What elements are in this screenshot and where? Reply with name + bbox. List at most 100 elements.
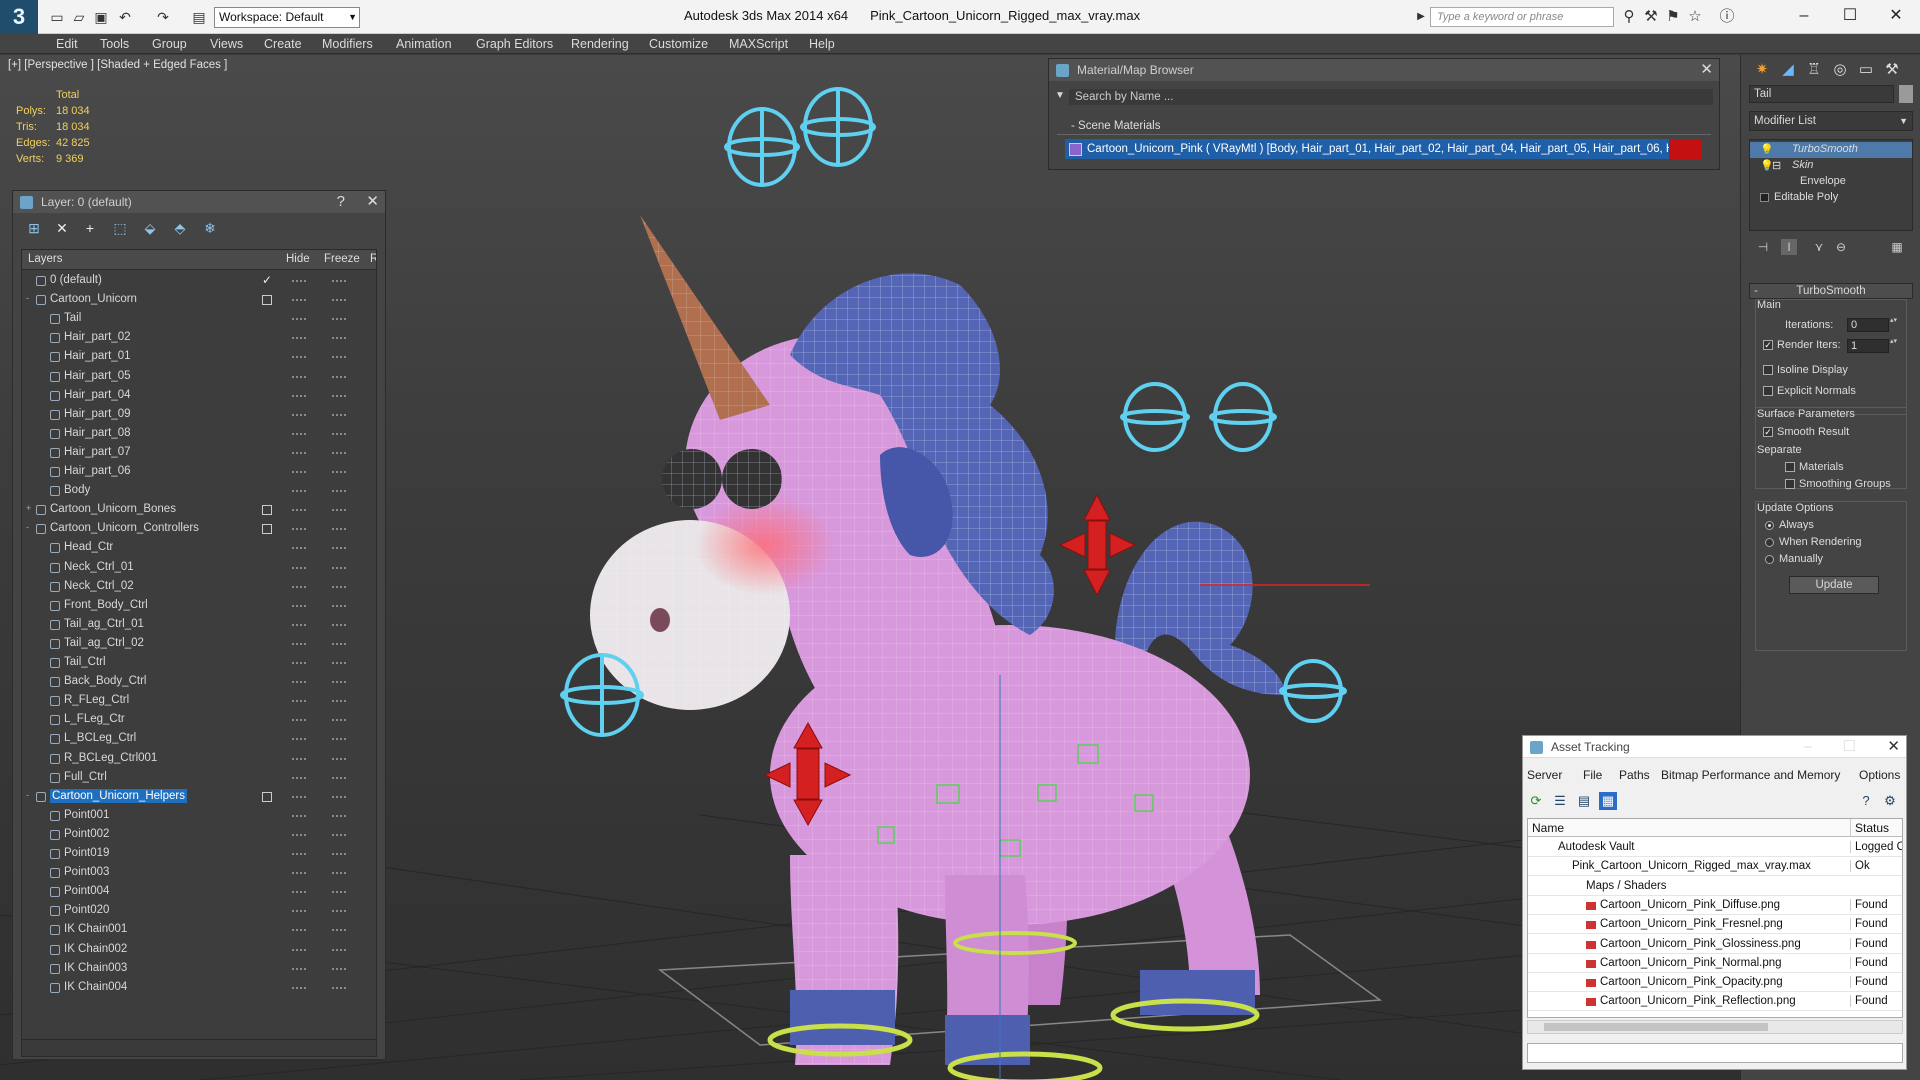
layer-row[interactable]: Hair_part_08 [22, 425, 376, 444]
layer-row[interactable]: + Cartoon_Unicorn_Bones [22, 501, 376, 520]
project-folder-icon[interactable]: ▤ [190, 8, 208, 26]
undo-icon[interactable]: ↶ [116, 8, 134, 26]
list-view-icon[interactable]: ☰ [1551, 792, 1569, 810]
freeze-toggle[interactable] [332, 413, 346, 416]
subscription-icon[interactable]: ⚒ [1642, 8, 1660, 26]
select-objects-icon[interactable]: ⬚ [111, 219, 129, 237]
asset-row[interactable]: Autodesk Vault Logged Ou [1528, 838, 1902, 857]
freeze-toggle[interactable] [332, 280, 346, 282]
freeze-toggle[interactable] [332, 681, 346, 684]
layer-row[interactable]: IK Chain004 [22, 979, 376, 998]
menu-group[interactable]: Group [152, 37, 187, 51]
layer-row[interactable]: Head_Ctr [22, 539, 376, 558]
object-name-field[interactable]: Tail [1749, 85, 1894, 103]
hide-toggle[interactable] [292, 948, 306, 951]
when-rendering-radio[interactable] [1765, 538, 1774, 547]
layer-row[interactable]: Hair_part_05 [22, 368, 376, 387]
freeze-toggle[interactable] [332, 986, 346, 989]
asset-menu-server[interactable]: Server [1527, 768, 1562, 782]
layer-row[interactable]: Neck_Ctrl_02 [22, 578, 376, 597]
menu-animation[interactable]: Animation [396, 37, 452, 51]
update-button[interactable]: Update [1789, 576, 1879, 594]
menu-tools[interactable]: Tools [100, 37, 129, 51]
menu-graph-editors[interactable]: Graph Editors [476, 37, 553, 51]
layer-row[interactable]: Hair_part_09 [22, 406, 376, 425]
modifier-list-dropdown[interactable]: Modifier List ▼ [1749, 111, 1913, 131]
expand-toggle-icon[interactable]: - [26, 790, 35, 800]
hide-toggle[interactable] [292, 318, 306, 321]
hide-toggle[interactable] [292, 910, 306, 913]
help-icon[interactable]: ? [337, 191, 345, 213]
layer-row[interactable]: L_BCLeg_Ctrl [22, 730, 376, 749]
hide-toggle[interactable] [292, 471, 306, 473]
asset-horizontal-scrollbar[interactable] [1527, 1020, 1903, 1034]
col-hide[interactable]: Hide [286, 253, 310, 265]
menu-maxscript[interactable]: MAXScript [729, 37, 788, 51]
layer-row[interactable]: Back_Body_Ctrl [22, 673, 376, 692]
freeze-toggle[interactable] [332, 356, 346, 359]
freeze-toggle[interactable] [332, 719, 346, 722]
asset-menu-file[interactable]: File [1583, 768, 1602, 782]
layer-row[interactable]: IK Chain003 [22, 960, 376, 979]
table-view-icon[interactable]: ▦ [1599, 792, 1617, 810]
hide-toggle[interactable] [292, 662, 306, 664]
freeze-toggle[interactable] [332, 776, 346, 779]
freeze-toggle[interactable] [332, 910, 346, 913]
layer-row[interactable]: Hair_part_07 [22, 444, 376, 463]
freeze-toggle[interactable] [332, 872, 346, 875]
manually-radio[interactable] [1765, 555, 1774, 564]
layer-row[interactable]: Point003 [22, 864, 376, 883]
expand-search-icon[interactable]: ▶ [1412, 8, 1430, 26]
freeze-toggle[interactable] [332, 948, 346, 951]
always-radio[interactable] [1765, 521, 1774, 530]
freeze-toggle[interactable] [332, 490, 346, 493]
expand-toggle-icon[interactable]: - [26, 293, 35, 303]
lightbulb-icon[interactable]: 💡 [1760, 143, 1774, 156]
layer-row[interactable]: R_BCLeg_Ctrl001 [22, 750, 376, 769]
freeze-toggle[interactable] [332, 833, 346, 836]
col-layers[interactable]: Layers [28, 253, 63, 265]
workspace-dropdown[interactable]: Workspace: Default ▼ [214, 7, 360, 28]
modify-tab-icon[interactable]: ◢ [1777, 59, 1799, 81]
layer-row[interactable]: Full_Ctrl [22, 769, 376, 788]
menu-modifiers[interactable]: Modifiers [322, 37, 373, 51]
hide-toggle[interactable] [292, 585, 306, 588]
hide-toggle[interactable] [292, 280, 306, 282]
make-unique-icon[interactable]: ⋎ [1811, 239, 1827, 255]
asset-row[interactable]: Cartoon_Unicorn_Pink_Opacity.png Found [1528, 973, 1902, 993]
hide-toggle[interactable] [292, 814, 306, 817]
freeze-toggle[interactable] [332, 451, 346, 454]
close-window-button[interactable]: ✕ [1874, 4, 1918, 28]
freeze-toggle[interactable] [332, 662, 346, 664]
hide-toggle[interactable] [292, 394, 306, 397]
stack-item-envelope[interactable]: Envelope [1750, 174, 1912, 190]
render-iters-checkbox[interactable]: ✓ [1763, 340, 1773, 350]
show-end-result-icon[interactable]: I [1781, 239, 1797, 255]
explicit-normals-checkbox[interactable] [1763, 386, 1773, 396]
hide-toggle[interactable] [292, 738, 306, 741]
render-iters-spinner[interactable]: 1 [1847, 338, 1898, 353]
help-icon[interactable]: ⓘ [1718, 8, 1736, 26]
layer-row[interactable]: Point004 [22, 883, 376, 902]
material-search-input[interactable]: Search by Name ... [1069, 89, 1713, 105]
hide-toggle[interactable] [292, 833, 306, 836]
freeze-toggle[interactable] [332, 757, 346, 760]
asset-row[interactable]: Cartoon_Unicorn_Pink_Normal.png Found [1528, 954, 1902, 973]
layer-row[interactable]: Tail_ag_Ctrl_01 [22, 616, 376, 635]
expand-icon[interactable]: ⊟ [1772, 159, 1781, 172]
layer-row[interactable]: Neck_Ctrl_01 [22, 559, 376, 578]
asset-row[interactable]: Pink_Cartoon_Unicorn_Rigged_max_vray.max… [1528, 857, 1902, 877]
materials-checkbox[interactable] [1785, 462, 1795, 472]
col-render[interactable]: R [370, 253, 376, 265]
layer-row[interactable]: Hair_part_02 [22, 329, 376, 348]
layer-explorer-titlebar[interactable]: Layer: 0 (default)? ✕ [13, 191, 385, 213]
hide-toggle[interactable] [292, 356, 306, 359]
current-layer-checkbox[interactable] [262, 524, 272, 535]
pin-stack-icon[interactable]: ⊣ [1755, 239, 1771, 255]
layer-row[interactable]: Point020 [22, 902, 376, 921]
menu-create[interactable]: Create [264, 37, 302, 51]
thumbnail-view-icon[interactable]: ▤ [1575, 792, 1593, 810]
smooth-result-checkbox[interactable]: ✓ [1763, 427, 1773, 437]
col-status[interactable]: Status [1850, 819, 1893, 837]
expand-toggle-icon[interactable]: + [26, 503, 35, 513]
